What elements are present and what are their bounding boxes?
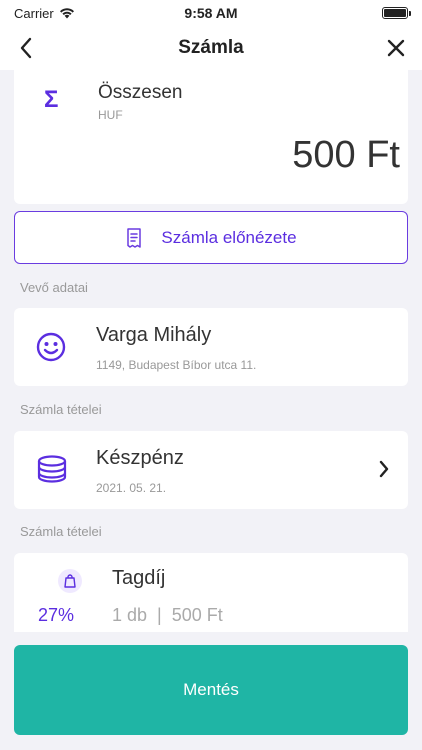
receipt-icon [127,227,142,248]
total-currency: HUF [98,108,123,122]
save-label: Mentés [183,680,239,699]
item-separator: | [157,605,162,625]
status-right [258,7,411,19]
item-price: 500 Ft [171,605,223,625]
chevron-left-icon [20,37,32,59]
sigma-icon: Σ [44,86,59,113]
payment-section-label: Számla tételei [20,402,102,417]
item-percent: 27% [38,605,75,625]
item-quantity: 1 db [112,605,148,625]
buyer-address: 1149, Budapest Bíbor utca 11. [96,358,257,372]
payment-date: 2021. 05. 21. [96,481,167,495]
scroll-content[interactable]: Σ Összesen HUF 500 Ft Számla előnézete V… [0,70,422,632]
invoice-item-card[interactable]: Tagdíj 27% 1 db | 500 Ft [14,553,408,632]
buyer-card[interactable]: Varga Mihály 1149, Budapest Bíbor utca 1… [14,308,408,386]
buyer-section-label: Vevő adatai [20,280,88,295]
payment-method-card[interactable]: Készpénz 2021. 05. 21. [14,431,408,509]
nav-bar: Számla [0,26,422,70]
total-card: Σ Összesen HUF 500 Ft [14,70,408,204]
status-left: Carrier [14,6,164,21]
item-name: Tagdíj [112,567,166,589]
chevron-right-icon [379,460,389,478]
total-label: Összesen [98,82,183,103]
shopping-bag-icon [58,569,82,593]
close-button[interactable] [382,34,410,62]
coins-icon [37,455,67,483]
invoice-preview-button[interactable]: Számla előnézete [14,211,408,264]
carrier-label: Carrier [14,5,54,21]
battery-icon [382,7,411,19]
invoice-preview-label: Számla előnézete [161,227,297,247]
wifi-icon [59,8,74,19]
buyer-name: Varga Mihály [96,324,212,346]
items-section-label: Számla tételei [20,524,102,539]
close-icon [387,39,405,57]
payment-method: Készpénz [96,447,184,469]
back-button[interactable] [12,34,40,62]
page-title: Számla [178,37,244,58]
item-detail: 1 db | 500 Ft [112,605,223,626]
save-button[interactable]: Mentés [14,645,408,735]
smiley-icon [36,332,66,362]
status-time: 9:58 AM [184,5,238,21]
total-amount: 500 Ft [292,134,400,176]
status-bar: Carrier 9:58 AM [0,0,422,26]
